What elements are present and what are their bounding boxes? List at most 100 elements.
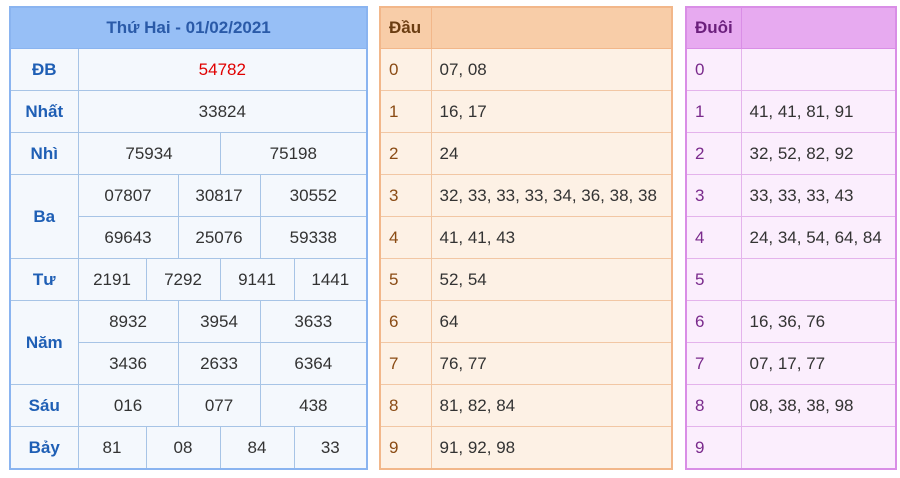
prize-number: 8932 [77, 300, 179, 343]
prize-number: 077 [177, 384, 261, 427]
dau-header-label: Đầu [379, 6, 432, 49]
prize-number: 33824 [77, 90, 368, 133]
digit-key: 7 [685, 342, 742, 385]
prize-row-seventh: Bảy 81 08 84 33 [9, 426, 368, 470]
prize-number: 438 [259, 384, 368, 427]
table-row: 5 [685, 258, 897, 301]
digit-key: 5 [685, 258, 742, 301]
table-row: 9 [685, 426, 897, 470]
digit-key: 2 [379, 132, 432, 175]
digit-key: 0 [685, 48, 742, 91]
prize-number: 1441 [293, 258, 368, 301]
prize-label: Năm [9, 300, 79, 385]
prize-row-first: Nhất 33824 [9, 90, 368, 133]
prize-row-special: ĐB 54782 [9, 48, 368, 91]
digit-values: 24 [430, 132, 673, 175]
digit-values: 16, 36, 76 [740, 300, 897, 343]
table-row: 4 24, 34, 54, 64, 84 [685, 216, 897, 259]
prize-number: 33 [293, 426, 368, 470]
duoi-header-row: Đuôi [685, 6, 897, 49]
digit-values: 07, 08 [430, 48, 673, 91]
prize-number: 07807 [77, 174, 179, 217]
table-row: 3 32, 33, 33, 33, 34, 36, 38, 38 [379, 174, 673, 217]
digit-values: 41, 41, 81, 91 [740, 90, 897, 133]
table-row: 1 41, 41, 81, 91 [685, 90, 897, 133]
digit-key: 8 [379, 384, 432, 427]
table-row: 3 33, 33, 33, 43 [685, 174, 897, 217]
prize-number: 30817 [177, 174, 261, 217]
table-row: 0 [685, 48, 897, 91]
prize-number: 3436 [77, 342, 179, 385]
prize-number: 75934 [77, 132, 221, 175]
duoi-header-blank [740, 6, 897, 49]
digit-key: 9 [685, 426, 742, 470]
digit-values [740, 48, 897, 91]
prize-number: 59338 [259, 216, 368, 259]
prize-number: 2191 [77, 258, 147, 301]
digit-key: 9 [379, 426, 432, 470]
table-row: 0 07, 08 [379, 48, 673, 91]
prize-label: Ba [9, 174, 79, 259]
table-row: 7 76, 77 [379, 342, 673, 385]
prize-number: 75198 [219, 132, 368, 175]
digit-key: 8 [685, 384, 742, 427]
prize-label: ĐB [9, 48, 79, 91]
digit-key: 7 [379, 342, 432, 385]
tail-digit-table: Đuôi 0 1 41, 41, 81, 91 2 32, 52, 82, 92 3… [685, 6, 897, 470]
prize-row-third: Ba 07807 30817 30552 [9, 174, 368, 259]
table-row: 8 81, 82, 84 [379, 384, 673, 427]
prize-row-second: Nhì 75934 75198 [9, 132, 368, 175]
digit-values: 16, 17 [430, 90, 673, 133]
prize-label: Sáu [9, 384, 79, 427]
results-header-row: Thứ Hai - 01/02/2021 [9, 6, 368, 49]
table-row: 6 16, 36, 76 [685, 300, 897, 343]
digit-values: 32, 52, 82, 92 [740, 132, 897, 175]
dau-header-blank [430, 6, 673, 49]
table-row: 8 08, 38, 38, 98 [685, 384, 897, 427]
prize-label: Bảy [9, 426, 79, 470]
prize-row-fifth: Năm 8932 3954 3633 [9, 300, 368, 385]
prize-number: 2633 [177, 342, 261, 385]
digit-values: 41, 41, 43 [430, 216, 673, 259]
prize-number: 81 [77, 426, 147, 470]
digit-values: 32, 33, 33, 33, 34, 36, 38, 38 [430, 174, 673, 217]
table-row: 9 91, 92, 98 [379, 426, 673, 470]
digit-key: 3 [379, 174, 432, 217]
prize-number: 25076 [177, 216, 261, 259]
digit-key: 0 [379, 48, 432, 91]
prize-number: 9141 [219, 258, 295, 301]
prize-row-fourth: Tư 2191 7292 9141 1441 [9, 258, 368, 301]
prize-number: 08 [145, 426, 221, 470]
prize-number: 6364 [259, 342, 368, 385]
digit-values: 33, 33, 33, 43 [740, 174, 897, 217]
digit-key: 6 [379, 300, 432, 343]
digit-values: 07, 17, 77 [740, 342, 897, 385]
prize-number: 7292 [145, 258, 221, 301]
special-prize-number: 54782 [77, 48, 368, 91]
digit-values [740, 426, 897, 470]
table-row: 6 64 [379, 300, 673, 343]
digit-key: 2 [685, 132, 742, 175]
table-row: 2 32, 52, 82, 92 [685, 132, 897, 175]
results-date-title: Thứ Hai - 01/02/2021 [9, 6, 368, 49]
digit-key: 1 [685, 90, 742, 133]
digit-key: 5 [379, 258, 432, 301]
digit-values: 52, 54 [430, 258, 673, 301]
digit-key: 1 [379, 90, 432, 133]
prize-label: Tư [9, 258, 79, 301]
digit-values: 81, 82, 84 [430, 384, 673, 427]
prize-label: Nhất [9, 90, 79, 133]
prize-number: 30552 [259, 174, 368, 217]
prize-label: Nhì [9, 132, 79, 175]
prize-number: 3633 [259, 300, 368, 343]
digit-values [740, 258, 897, 301]
prize-number: 016 [77, 384, 179, 427]
lottery-results-table: Thứ Hai - 01/02/2021 ĐB 54782 Nhất 33824… [9, 6, 369, 470]
table-row: 4 41, 41, 43 [379, 216, 673, 259]
prize-number: 69643 [77, 216, 179, 259]
head-digit-table: Đầu 0 07, 08 1 16, 17 2 24 3 32, 33, 33, 33,… [379, 6, 673, 470]
table-row: 5 52, 54 [379, 258, 673, 301]
prize-row-sixth: Sáu 016 077 438 [9, 384, 368, 427]
table-row: 7 07, 17, 77 [685, 342, 897, 385]
table-row: 2 24 [379, 132, 673, 175]
